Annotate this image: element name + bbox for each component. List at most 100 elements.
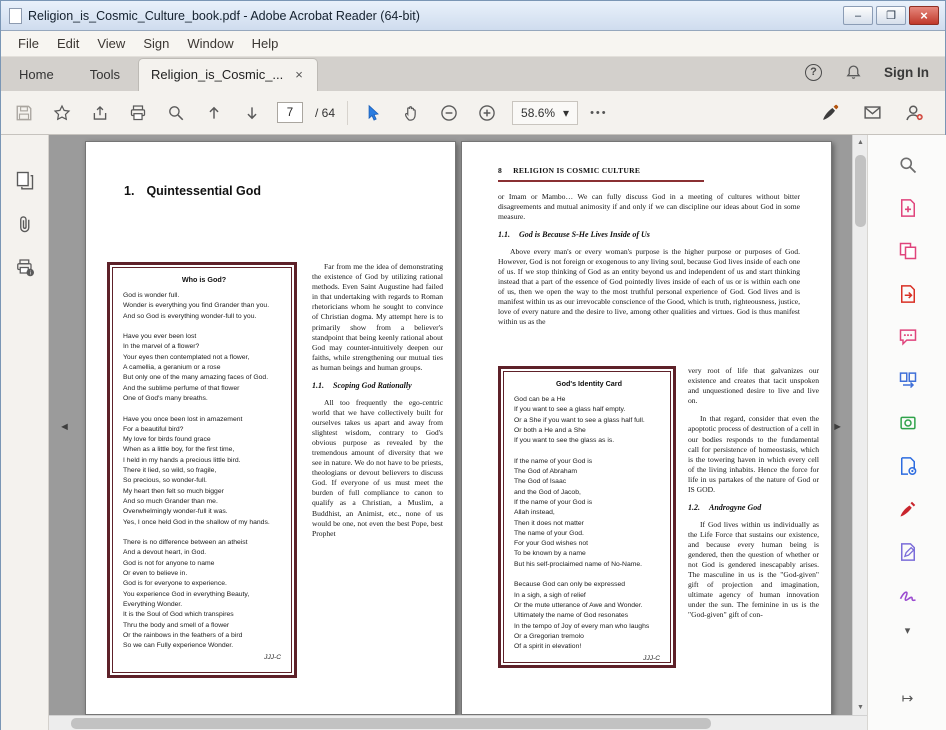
tab-close-icon[interactable]: ×: [293, 67, 305, 82]
next-page-nav-arrow[interactable]: ►: [832, 421, 843, 433]
page-thumbnails-icon[interactable]: [12, 167, 38, 193]
chapter-heading: 1. Quintessential God: [124, 184, 261, 198]
page-number-input[interactable]: [277, 102, 303, 123]
tool-protect-pdf-icon[interactable]: [894, 452, 922, 480]
tool-create-pdf-icon[interactable]: [894, 194, 922, 222]
save-icon[interactable]: [11, 100, 37, 126]
tab-tools[interactable]: Tools: [72, 59, 138, 91]
tool-edit-pdf-icon[interactable]: [894, 538, 922, 566]
previous-page-nav-arrow[interactable]: ◄: [59, 421, 70, 433]
poem-title: Who is God?: [181, 275, 227, 284]
zoom-level-value: 58.6%: [521, 105, 556, 120]
menu-view[interactable]: View: [88, 33, 134, 54]
tab-bar: Home Tools Religion_is_Cosmic_... × ? Si…: [1, 57, 945, 91]
paragraph: Far from me the idea of demonstrating th…: [312, 262, 443, 372]
bell-icon[interactable]: [840, 59, 866, 85]
who-is-god-poem-box: Who is God? God is wonder full. Wonder i…: [107, 262, 297, 678]
tool-comment-icon[interactable]: [894, 323, 922, 351]
sign-in-button[interactable]: Sign In: [884, 65, 929, 80]
left-page-column2: Far from me the idea of demonstrating th…: [312, 262, 443, 539]
document-viewport[interactable]: 1. Quintessential God Who is God? God is …: [49, 135, 867, 730]
email-icon[interactable]: [859, 100, 885, 126]
tools-pane: ▾ ↦: [867, 135, 946, 730]
chapter-number: 1.: [124, 184, 135, 198]
attachments-paperclip-icon[interactable]: [12, 211, 38, 237]
card-text: God can be a He If you want to see a gla…: [514, 396, 650, 651]
zoom-out-icon[interactable]: [436, 100, 462, 126]
running-header-title: RELIGION IS COSMIC CULTURE: [513, 166, 641, 175]
section-number: 1.2.: [688, 503, 700, 513]
menu-sign[interactable]: Sign: [134, 33, 178, 54]
account-profile-icon[interactable]: [901, 100, 927, 126]
search-icon[interactable]: [163, 100, 189, 126]
tab-home[interactable]: Home: [1, 59, 72, 91]
section-heading: 1.1. God is Because S-He Lives Inside of…: [498, 230, 800, 241]
select-tool-icon[interactable]: [360, 100, 386, 126]
zoom-in-icon[interactable]: [474, 100, 500, 126]
poem-inner: Who is God? God is wonder full. Wonder i…: [112, 267, 292, 673]
expand-pane-icon[interactable]: ↦: [902, 690, 914, 707]
tab-document[interactable]: Religion_is_Cosmic_... ×: [138, 58, 318, 91]
paragraph: Above every man's or every woman's purpo…: [498, 246, 800, 327]
tool-organize-pages-icon[interactable]: [894, 366, 922, 394]
chevron-down-icon: ▾: [563, 105, 570, 120]
paragraph: If God lives within us individually as t…: [688, 519, 819, 620]
running-header: 8 RELIGION IS COSMIC CULTURE: [498, 166, 640, 175]
scroll-down-icon[interactable]: ▼: [853, 700, 867, 715]
zoom-level-dropdown[interactable]: 58.6% ▾: [512, 100, 579, 125]
tool-export-pdf-icon[interactable]: [894, 280, 922, 308]
pdf-file-icon: [9, 7, 22, 24]
more-tools-icon[interactable]: •••: [590, 107, 608, 119]
card-title: God's Identity Card: [555, 379, 622, 388]
tool-combine-files-icon[interactable]: [894, 237, 922, 265]
tools-more-chevron-icon[interactable]: ▾: [905, 624, 911, 637]
chapter-title: Quintessential God: [146, 184, 262, 198]
right-page-column2: very root of life that galvanizes our ex…: [688, 366, 819, 621]
vertical-scrollbar-thumb[interactable]: [855, 155, 866, 227]
window-controls: – ❐ ×: [843, 6, 939, 25]
titlebar: Religion_is_Cosmic_Culture_book.pdf - Ad…: [1, 1, 945, 31]
scroll-up-icon[interactable]: ▲: [853, 135, 867, 150]
left-navigation-rail: i: [1, 135, 49, 730]
previous-page-icon[interactable]: [201, 100, 227, 126]
section-title: Scoping God Rationally: [333, 381, 412, 391]
hand-tool-icon[interactable]: [398, 100, 424, 126]
menu-edit[interactable]: Edit: [48, 33, 88, 54]
next-page-icon[interactable]: [239, 100, 265, 126]
printer-info-icon[interactable]: i: [12, 255, 38, 281]
gods-identity-card-box: God's Identity Card God can be a He If y…: [498, 366, 676, 668]
window-title: Religion_is_Cosmic_Culture_book.pdf - Ad…: [28, 8, 420, 23]
print-icon[interactable]: [125, 100, 151, 126]
sign-pen-icon[interactable]: [817, 100, 843, 126]
menu-file[interactable]: File: [9, 33, 48, 54]
toolbar-divider: [347, 100, 349, 125]
tool-search-icon[interactable]: [894, 151, 922, 179]
close-button[interactable]: ×: [909, 6, 939, 25]
section-number: 1.1.: [312, 381, 324, 391]
paragraph: In that regard, consider that even the a…: [688, 414, 819, 495]
star-favorite-icon[interactable]: [49, 100, 75, 126]
page-total-label: / 64: [315, 105, 336, 120]
tool-ink-sign-icon[interactable]: [894, 581, 922, 609]
maximize-button[interactable]: ❐: [876, 6, 906, 25]
horizontal-scrollbar-thumb[interactable]: [71, 718, 711, 729]
section-heading: 1.2. Androgyne God: [688, 503, 819, 514]
help-icon[interactable]: ?: [805, 63, 822, 81]
horizontal-scrollbar[interactable]: [49, 715, 867, 730]
vertical-scrollbar[interactable]: ▲ ▼: [852, 135, 867, 715]
minimize-button[interactable]: –: [843, 6, 873, 25]
poem-text: God is wonder full. Wonder is everything…: [123, 292, 270, 650]
section-number: 1.1.: [498, 230, 510, 240]
pdf-page-left: 1. Quintessential God Who is God? God is …: [85, 141, 456, 715]
tabbar-right: ? Sign In: [789, 59, 945, 91]
toolbar-right-group: [817, 100, 935, 126]
tool-fill-sign-icon[interactable]: [894, 495, 922, 523]
menu-help[interactable]: Help: [243, 33, 288, 54]
tool-enhance-scans-icon[interactable]: [894, 409, 922, 437]
card-signature: JJJ-C: [643, 655, 660, 663]
main-area: i 1. Quintessential God Who is God? God i…: [1, 135, 946, 730]
menu-window[interactable]: Window: [178, 33, 242, 54]
share-icon[interactable]: [87, 100, 113, 126]
header-rule: [498, 180, 704, 182]
toolbar: / 64 58.6% ▾ •••: [1, 91, 945, 135]
